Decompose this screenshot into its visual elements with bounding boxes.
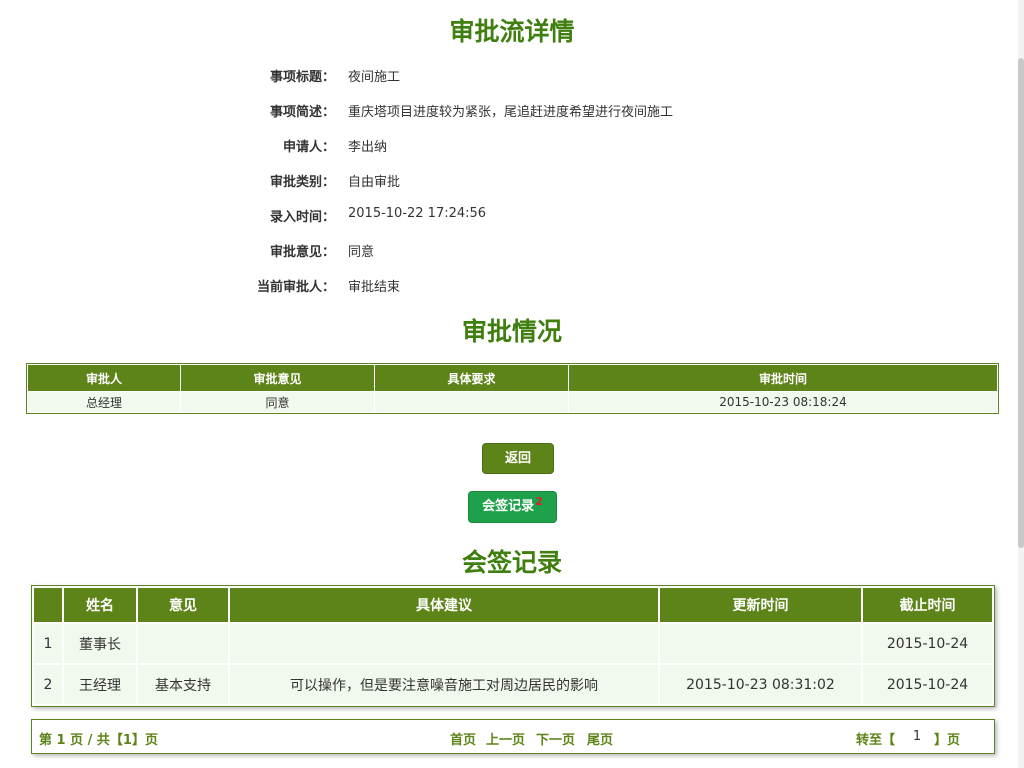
prev-page-link[interactable]: 上一页 <box>486 729 525 748</box>
countersign-section-title: 会签记录 <box>461 548 562 577</box>
field-label-category: 审批类别： <box>269 175 335 190</box>
approval-cell-requirement <box>375 392 568 412</box>
countersign-cell-updated <box>660 624 861 663</box>
countersign-table-container: 姓名 意见 具体建议 更新时间 截止时间 1 董事长 2015-10-24 2 … <box>31 585 995 707</box>
pagination-bar: 第 1 页 / 共【1】页 首页 上一页 下一页 尾页 转至【 1 】页 <box>31 719 995 754</box>
next-page-link[interactable]: 下一页 <box>536 729 575 748</box>
scrollbar-thumb[interactable] <box>1018 58 1024 548</box>
table-row: 1 董事长 2015-10-24 <box>34 624 992 663</box>
first-page-link[interactable]: 首页 <box>450 729 476 748</box>
countersign-col-opinion: 意见 <box>138 588 228 622</box>
countersign-cell-opinion <box>138 624 228 663</box>
field-value-applicant: 李出纳 <box>348 140 388 155</box>
field-label-entry-time: 录入时间： <box>269 210 335 225</box>
countersign-cell-suggestion <box>230 624 658 663</box>
scrollbar[interactable] <box>1018 0 1024 768</box>
field-label-applicant: 申请人： <box>282 140 335 155</box>
countersign-record-button[interactable]: 会签记录2 <box>468 491 557 523</box>
page-summary: 第 1 页 / 共【1】页 <box>39 733 158 748</box>
field-value-opinion: 同意 <box>348 245 375 260</box>
field-value-title: 夜间施工 <box>348 70 401 85</box>
countersign-table-header: 姓名 意见 具体建议 更新时间 截止时间 <box>34 588 992 622</box>
countersign-record-label: 会签记录 <box>482 499 535 514</box>
field-label-summary: 事项简述： <box>269 105 335 120</box>
countersign-cell-index: 1 <box>34 624 62 663</box>
countersign-cell-suggestion: 可以操作，但是要注意噪音施工对周边居民的影响 <box>230 665 658 704</box>
field-value-entry-time: 2015-10-22 17:24:56 <box>348 206 487 221</box>
approval-col-time: 审批时间 <box>569 365 997 391</box>
countersign-col-deadline: 截止时间 <box>863 588 992 622</box>
approval-section-title: 审批情况 <box>461 317 562 346</box>
approval-col-requirement: 具体要求 <box>375 365 568 391</box>
table-row: 2 王经理 基本支持 可以操作，但是要注意噪音施工对周边居民的影响 2015-1… <box>34 665 992 704</box>
countersign-col-name: 姓名 <box>64 588 136 622</box>
approval-cell-opinion: 同意 <box>181 392 374 412</box>
goto-suffix: 】页 <box>934 733 961 748</box>
approval-col-opinion: 审批意见 <box>181 365 374 391</box>
countersign-cell-name: 董事长 <box>64 624 136 663</box>
field-label-current-approver: 当前审批人： <box>256 280 335 295</box>
countersign-col-index <box>34 588 62 622</box>
countersign-cell-index: 2 <box>34 665 62 704</box>
approval-cell-time: 2015-10-23 08:18:24 <box>569 392 997 412</box>
field-label-opinion: 审批意见： <box>269 245 335 260</box>
approval-col-approver: 审批人 <box>28 365 180 391</box>
countersign-cell-opinion: 基本支持 <box>138 665 228 704</box>
countersign-cell-updated: 2015-10-23 08:31:02 <box>660 665 861 704</box>
countersign-col-suggestion: 具体建议 <box>230 588 658 622</box>
approval-table-header: 审批人 审批意见 具体要求 审批时间 <box>28 365 997 391</box>
countersign-col-updated: 更新时间 <box>660 588 861 622</box>
approval-table: 审批人 审批意见 具体要求 审批时间 总经理 同意 2015-10-23 08:… <box>26 363 999 414</box>
countersign-cell-deadline: 2015-10-24 <box>863 665 992 704</box>
approval-cell-approver: 总经理 <box>28 392 180 412</box>
countersign-cell-deadline: 2015-10-24 <box>863 624 992 663</box>
page-title: 审批流详情 <box>449 17 575 46</box>
goto-page-input[interactable]: 1 <box>905 729 929 744</box>
field-value-summary: 重庆塔项目进度较为紧张，尾追赶进度希望进行夜间施工 <box>348 105 674 120</box>
last-page-link[interactable]: 尾页 <box>587 729 613 748</box>
countersign-table: 姓名 意见 具体建议 更新时间 截止时间 1 董事长 2015-10-24 2 … <box>32 586 994 706</box>
field-value-current-approver: 审批结束 <box>348 280 401 295</box>
back-button[interactable]: 返回 <box>482 443 554 474</box>
countersign-count-badge: 2 <box>535 495 543 508</box>
goto-prefix: 转至【 <box>856 733 896 748</box>
field-label-title: 事项标题： <box>269 70 335 85</box>
countersign-cell-name: 王经理 <box>64 665 136 704</box>
field-value-category: 自由审批 <box>348 175 401 190</box>
table-row: 总经理 同意 2015-10-23 08:18:24 <box>28 392 997 412</box>
